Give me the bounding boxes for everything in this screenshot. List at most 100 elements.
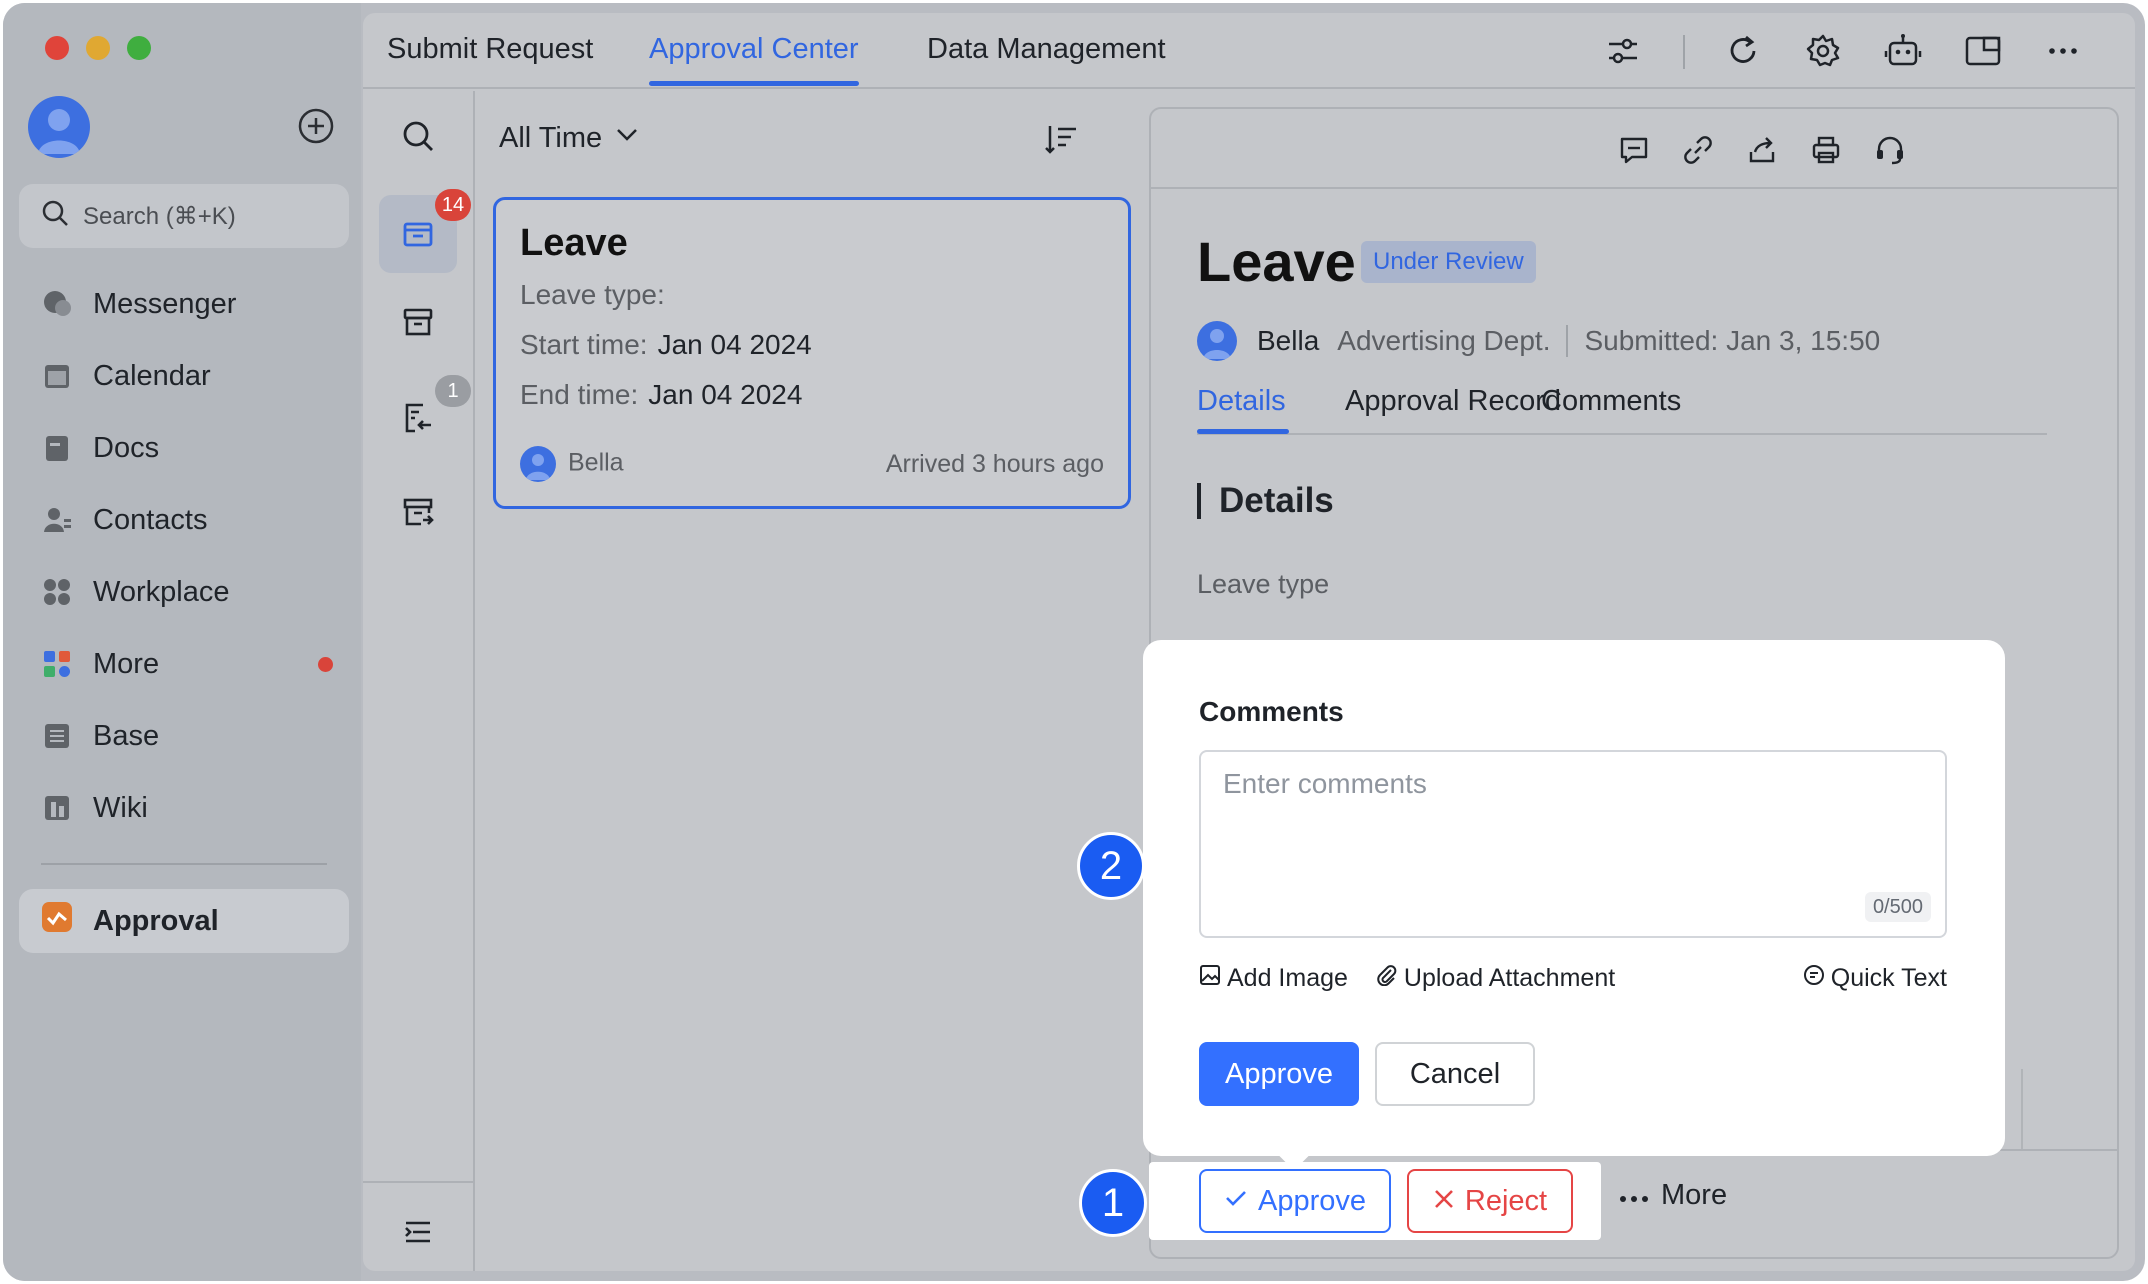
tab-details[interactable]: Details <box>1197 385 1286 418</box>
inbox-icon <box>401 215 435 254</box>
collapse-menu-icon[interactable] <box>379 1193 457 1271</box>
time-filter-label: All Time <box>499 121 603 154</box>
notification-dot <box>318 656 333 672</box>
arrived-time: Arrived 3 hours ago <box>885 449 1104 478</box>
approve-button[interactable]: Approve <box>1199 1169 1391 1233</box>
upload-attachment-button[interactable]: Upload Attachment <box>1376 964 1615 993</box>
cancel-button[interactable]: Cancel <box>1375 1042 1535 1106</box>
character-counter: 0/500 <box>1864 892 1931 922</box>
reject-label: Reject <box>1464 1184 1548 1217</box>
base-icon <box>41 720 73 752</box>
paperclip-icon <box>1376 964 1398 993</box>
step-marker-2: 2 <box>1077 832 1145 900</box>
cc-count-badge: 1 <box>435 375 471 407</box>
wiki-icon <box>41 792 73 824</box>
quick-text-label: Quick Text <box>1830 964 1947 992</box>
sidebar-item-more[interactable]: More <box>19 628 349 700</box>
active-tab-indicator <box>649 81 859 86</box>
open-window-icon[interactable] <box>1963 31 2003 71</box>
cc-approvals-button[interactable]: 1 <box>379 375 471 459</box>
sidebar-item-approval[interactable]: Approval <box>19 889 349 953</box>
department-label: Advertising Dept. <box>1337 325 1551 356</box>
processed-approvals-button[interactable] <box>379 285 457 363</box>
sidebar-item-label: Messenger <box>93 287 237 320</box>
sidebar-item-messenger[interactable]: Messenger <box>19 268 349 340</box>
more-label: More <box>1661 1179 1728 1211</box>
filter-settings-icon[interactable] <box>1603 31 1643 71</box>
end-time-label: End time: <box>520 379 639 410</box>
leave-type-field-label: Leave type <box>1197 569 1330 599</box>
approve-comment-popover: Comments Enter comments 0/500 Add Image … <box>1149 646 1999 1171</box>
add-circle-icon[interactable] <box>297 107 335 145</box>
more-apps-icon <box>41 648 73 680</box>
status-badge: Under Review <box>1361 241 1536 283</box>
print-icon[interactable] <box>1807 131 1845 169</box>
sidebar-item-label: Approval <box>93 904 219 937</box>
approve-label: Approve <box>1257 1184 1366 1217</box>
more-options-icon[interactable] <box>2043 31 2083 71</box>
sidebar-item-label: Calendar <box>93 359 211 392</box>
detail-tabs: Details Approval Record Comments <box>1197 379 2047 435</box>
document-return-icon <box>401 401 435 440</box>
maximize-window-button[interactable] <box>127 36 151 60</box>
quick-text-button[interactable]: Quick Text <box>1803 964 1947 993</box>
sidebar-item-contacts[interactable]: Contacts <box>19 484 349 556</box>
workplace-icon <box>41 576 73 608</box>
image-icon <box>1199 964 1221 993</box>
leave-type-label: Leave type: <box>520 279 665 310</box>
toolbar-separator <box>1683 35 1685 69</box>
sort-icon[interactable] <box>1043 121 1079 157</box>
time-filter-dropdown[interactable]: All Time <box>499 121 640 155</box>
tab-approval-center[interactable]: Approval Center <box>649 33 859 66</box>
avatar <box>1197 321 1237 361</box>
sidebar-item-workplace[interactable]: Workplace <box>19 556 349 628</box>
tab-submit-request[interactable]: Submit Request <box>387 33 593 66</box>
app-window: Search (⌘+K) Messenger Calendar Docs Con… <box>3 3 2145 1281</box>
global-search-input[interactable]: Search (⌘+K) <box>19 184 349 248</box>
user-avatar[interactable] <box>28 96 90 158</box>
bot-icon[interactable] <box>1883 31 1923 71</box>
tab-comments[interactable]: Comments <box>1541 385 1681 418</box>
sidebar-item-label: Contacts <box>93 503 208 536</box>
docs-icon <box>41 432 73 464</box>
reject-button[interactable]: Reject <box>1407 1169 1573 1233</box>
comment-icon[interactable] <box>1615 131 1653 169</box>
customer-service-icon[interactable] <box>1871 131 1909 169</box>
card-leave-type: Leave type: <box>520 279 1104 311</box>
link-icon[interactable] <box>1679 131 1717 169</box>
approval-card[interactable]: Leave Leave type: Start time: Jan 04 2024… <box>493 197 1131 509</box>
confirm-approve-button[interactable]: Approve <box>1199 1042 1359 1106</box>
tab-approval-record[interactable]: Approval Record <box>1345 385 1561 418</box>
share-icon[interactable] <box>1743 131 1781 169</box>
pending-approvals-button[interactable]: 14 <box>379 189 471 273</box>
refresh-icon[interactable] <box>1723 31 1763 71</box>
start-time-value: Jan 04 2024 <box>657 329 812 360</box>
sidebar-item-wiki[interactable]: Wiki <box>19 772 349 844</box>
submitted-approvals-button[interactable] <box>379 475 457 553</box>
comments-textarea[interactable]: Enter comments 0/500 <box>1199 750 1947 938</box>
add-image-button[interactable]: Add Image <box>1199 964 1348 993</box>
ellipsis-icon <box>1619 1179 1649 1212</box>
checkmark-icon <box>1224 1185 1248 1218</box>
more-actions-button[interactable]: More <box>1619 1179 1727 1212</box>
sidebar-item-label: Workplace <box>93 575 230 608</box>
avatar <box>520 446 556 482</box>
sidebar-item-label: Base <box>93 719 160 752</box>
sidebar-item-docs[interactable]: Docs <box>19 412 349 484</box>
sidebar-item-base[interactable]: Base <box>19 700 349 772</box>
end-time-value: Jan 04 2024 <box>648 379 803 410</box>
close-window-button[interactable] <box>45 36 69 60</box>
tab-data-management[interactable]: Data Management <box>927 33 1166 66</box>
pending-count-badge: 14 <box>435 189 471 221</box>
search-placeholder: Search (⌘+K) <box>83 202 236 230</box>
active-tab-indicator <box>1197 429 1289 434</box>
minimize-window-button[interactable] <box>86 36 110 60</box>
sidebar-item-calendar[interactable]: Calendar <box>19 340 349 412</box>
messenger-icon <box>41 288 73 320</box>
archive-export-icon <box>401 495 435 534</box>
requester-name: Bella <box>1257 325 1320 356</box>
search-icon[interactable] <box>379 97 457 175</box>
sidebar: Search (⌘+K) Messenger Calendar Docs Con… <box>3 3 361 1281</box>
settings-gear-icon[interactable] <box>1803 31 1843 71</box>
close-x-icon <box>1433 1185 1455 1218</box>
